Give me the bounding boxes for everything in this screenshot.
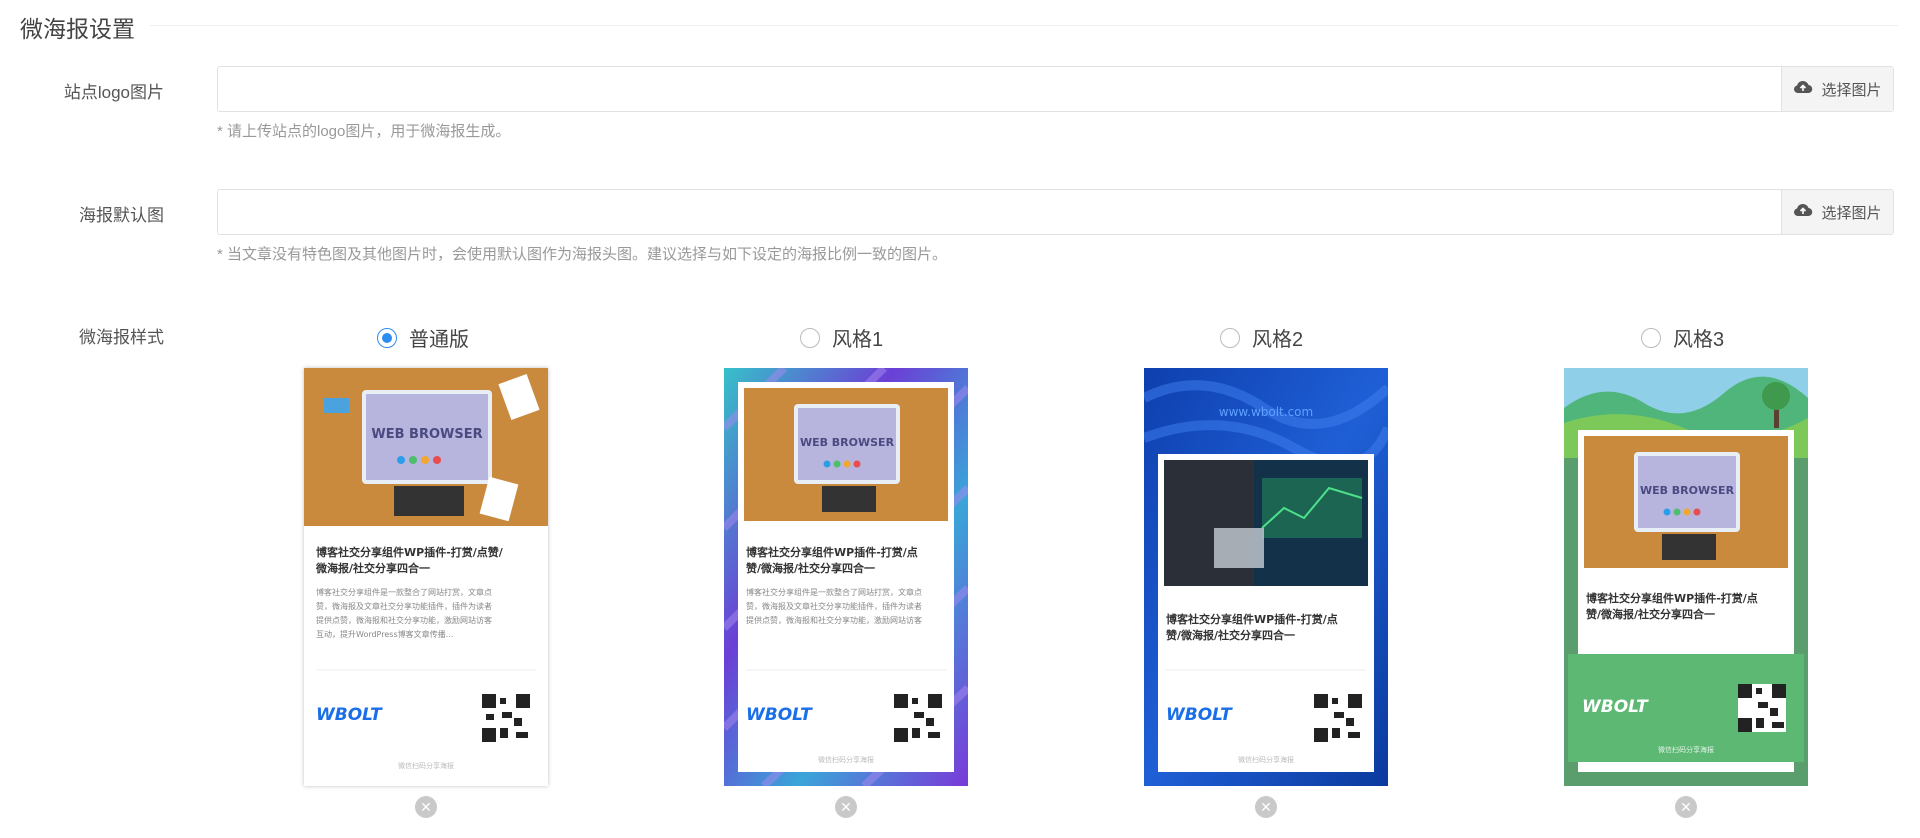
style-option-label: 风格1: [832, 329, 884, 351]
poster-title: 博客社交分享组件WP插件-打赏/点: [746, 545, 918, 559]
cloud-upload-icon: [1793, 79, 1813, 99]
poster-logo: WBOLT: [1166, 705, 1233, 725]
default-image-field-hint: * 当文章没有特色图及其他图片时，会使用默认图作为海报头图。建议选择与如下设定的…: [217, 246, 948, 263]
logo-field-hint: * 请上传站点的logo图片，用于微海报生成。: [217, 123, 511, 140]
poster-scan-text: 微信扫码分享海报: [818, 755, 874, 764]
logo-url-input[interactable]: [218, 67, 1784, 111]
poster-site-url: www.wbolt.com: [1219, 405, 1313, 419]
style-option-label: 风格2: [1252, 329, 1304, 351]
poster-preview-style-3[interactable]: WEB BROWSER 博客社交分享组件WP插件-打赏/点 赞/微海报/社交分享…: [1564, 368, 1808, 786]
poster-header-image: WEB BROWSER: [744, 388, 948, 521]
cloud-upload-icon: [1793, 202, 1813, 222]
poster-title: 博客社交分享组件WP插件-打赏/点: [1166, 612, 1338, 626]
close-icon: ✕: [1260, 799, 1272, 815]
poster-header-image: WEB BROWSER: [304, 368, 548, 526]
close-icon: ✕: [1680, 799, 1692, 815]
logo-select-image-label: 选择图片: [1821, 81, 1882, 99]
poster-scan-text: 微信扫码分享海报: [398, 761, 454, 770]
qr-code-icon: [1314, 694, 1362, 742]
poster-logo: WBOLT: [746, 705, 813, 725]
poster-title: 博客社交分享组件WP插件-打赏/点赞/: [316, 545, 504, 559]
browser-text: WEB BROWSER: [800, 436, 895, 449]
poster-scan-text: 微信扫码分享海报: [1658, 745, 1714, 754]
default-image-select-button[interactable]: 选择图片: [1781, 190, 1893, 234]
poster-desc: 赞，微海报及文章社交分享功能插件，插件为读者: [746, 601, 922, 611]
poster-desc: 提供点赞，微海报和社交分享功能，激励网站访客: [746, 615, 922, 625]
poster-style-field-label: 微海报样式: [79, 328, 164, 347]
remove-poster-style-3-button[interactable]: ✕: [1675, 796, 1697, 818]
style-option-3[interactable]: 风格3: [1641, 323, 1724, 352]
logo-field-label: 站点logo图片: [63, 83, 164, 102]
poster-desc: 博客社交分享组件是一款整合了网站打赏，文章点: [316, 587, 492, 597]
browser-text: WEB BROWSER: [1640, 484, 1735, 497]
radio-icon[interactable]: [800, 327, 820, 348]
poster-preview-standard[interactable]: WEB BROWSER 博客社交分享组件WP插件-打赏/点赞/ 微海报/社交分享…: [304, 368, 548, 786]
default-image-url-input[interactable]: [218, 190, 1784, 234]
poster-desc: 赞，微海报及文章社交分享功能插件，插件为读者: [316, 601, 492, 611]
default-image-field-label: 海报默认图: [79, 206, 164, 225]
radio-checked-icon[interactable]: [377, 327, 397, 348]
poster-preview-style-2[interactable]: www.wbolt.com 博客社交分享组件WP插件-打赏/点 赞/微海报/社交…: [1144, 368, 1388, 786]
section-title: 微海报设置: [20, 16, 135, 42]
style-option-label: 普通版: [409, 329, 469, 351]
poster-settings-page: 微海报设置 站点logo图片 选择图片 * 请上传站点的logo图片，用于微海报…: [0, 0, 1920, 838]
default-image-upload-field: 选择图片: [217, 189, 1894, 235]
style-option-1[interactable]: 风格1: [800, 323, 883, 352]
qr-code-icon: [482, 694, 530, 742]
remove-poster-style-2-button[interactable]: ✕: [1255, 796, 1277, 818]
poster-logo: WBOLT: [316, 705, 383, 725]
poster-desc: 博客社交分享组件是一款整合了网站打赏，文章点: [746, 587, 922, 597]
poster-title: 微海报/社交分享四合一: [315, 561, 430, 575]
poster-title: 赞/微海报/社交分享四合一: [1165, 628, 1295, 642]
default-image-select-label: 选择图片: [1821, 204, 1882, 222]
logo-select-image-button[interactable]: 选择图片: [1781, 67, 1893, 111]
style-option-2[interactable]: 风格2: [1220, 323, 1303, 352]
poster-scan-text: 微信扫码分享海报: [1238, 755, 1294, 764]
logo-upload-field: 选择图片: [217, 66, 1894, 112]
style-option-standard[interactable]: 普通版: [377, 323, 469, 352]
qr-code-icon: [1738, 684, 1786, 732]
radio-icon[interactable]: [1641, 327, 1661, 348]
close-icon: ✕: [840, 799, 852, 815]
remove-poster-standard-button[interactable]: ✕: [415, 796, 437, 818]
poster-header-image: [1164, 460, 1368, 586]
qr-code-icon: [894, 694, 942, 742]
remove-poster-style-1-button[interactable]: ✕: [835, 796, 857, 818]
style-option-label: 风格3: [1673, 329, 1725, 351]
poster-title: 赞/微海报/社交分享四合一: [1585, 607, 1715, 621]
poster-preview-style-1[interactable]: WEB BROWSER 博客社交分享组件WP插件-打赏/点 赞/微海报/社交分享…: [724, 368, 968, 786]
poster-logo: WBOLT: [1582, 697, 1649, 717]
section-divider: [150, 25, 1898, 26]
radio-icon[interactable]: [1220, 327, 1240, 348]
close-icon: ✕: [420, 799, 432, 815]
poster-title: 赞/微海报/社交分享四合一: [745, 561, 875, 575]
poster-desc: 互动，提升WordPress博客文章传播...: [316, 629, 453, 639]
poster-header-image: WEB BROWSER: [1584, 436, 1788, 568]
poster-title: 博客社交分享组件WP插件-打赏/点: [1586, 591, 1758, 605]
poster-desc: 提供点赞，微海报和社交分享功能，激励网站访客: [316, 615, 492, 625]
browser-text: WEB BROWSER: [371, 427, 482, 442]
